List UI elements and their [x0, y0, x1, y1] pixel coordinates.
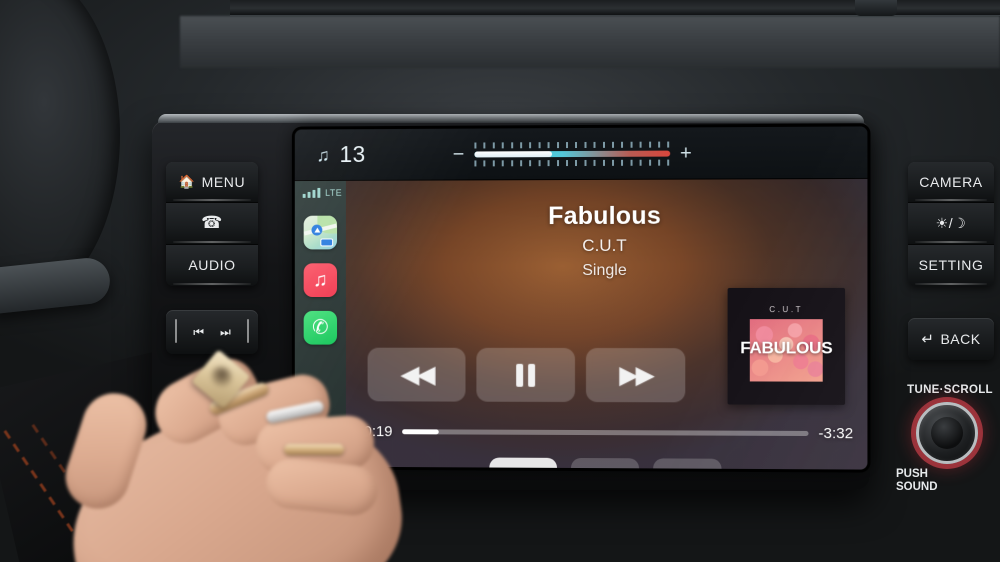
push-label-line2: SOUND	[896, 481, 938, 493]
track-album: Single	[582, 261, 627, 279]
tune-scroll-label: TUNE·SCROLL	[907, 384, 993, 396]
track-artist: C.U.T	[582, 235, 627, 255]
right-button-stack: CAMERA ☀/☽ SETTING	[908, 162, 994, 286]
pause-button[interactable]	[476, 347, 576, 402]
music-app-icon[interactable]: ♫	[303, 263, 338, 298]
day-night-button[interactable]: ☀/☽	[908, 203, 994, 245]
camera-button-label: CAMERA	[919, 174, 983, 191]
chrome-trim	[158, 114, 864, 123]
menu-button-label: MENU	[201, 174, 246, 191]
volume-minus-button[interactable]: −	[453, 143, 465, 165]
setting-button[interactable]: SETTING	[908, 244, 994, 286]
audio-button[interactable]: AUDIO	[166, 244, 258, 286]
back-button-label: BACK	[940, 331, 981, 347]
progress-row: 0:19 -3:32	[364, 423, 854, 442]
artwork-title-text: FABULOUS	[740, 338, 833, 358]
music-note-glyph: ♫	[312, 269, 328, 292]
album-artwork: C.U.T FABULOUS	[727, 287, 846, 405]
dashboard-upper-panel	[180, 16, 1000, 68]
volume-ticks-bottom	[474, 159, 670, 166]
phone-app-icon[interactable]: ✆	[303, 310, 338, 345]
track-title: Fabulous	[548, 201, 662, 231]
setting-button-label: SETTING	[918, 257, 984, 274]
camera-button[interactable]: CAMERA	[908, 162, 994, 204]
left-button-stack: 🏠 MENU ☎ AUDIO	[166, 162, 258, 286]
now-playing-panel: Fabulous C.U.T Single C.U.T FABULOUS ◀◀	[345, 178, 868, 470]
screenshot-stage: 🏠 MENU ☎ AUDIO ⏮ ⏭ CAMERA ☀/☽ SETTING ↵ …	[0, 0, 1000, 562]
skip-previous-icon[interactable]: ⏮	[193, 325, 204, 340]
remaining-time: -3:32	[818, 424, 854, 443]
volume-bar: ♫ 13 − +	[294, 126, 868, 182]
volume-plus-button[interactable]: +	[680, 142, 692, 164]
music-note-icon: ♫	[316, 144, 330, 165]
signal-bars-icon: LTE	[302, 185, 342, 198]
dashboard-hazard-button[interactable]	[855, 0, 897, 16]
volume-ticks-top	[474, 141, 670, 149]
artwork-artist-text: C.U.T	[769, 305, 804, 315]
repeat-button[interactable]: ↻	[652, 458, 722, 470]
phone-glyph: ✆	[312, 316, 329, 339]
home-icon: 🏠	[178, 174, 196, 190]
skip-next-icon[interactable]: ⏭	[220, 325, 231, 340]
back-arrow-icon: ↵	[921, 331, 935, 348]
day-night-icon: ☀/☽	[935, 214, 967, 231]
push-sound-label: PUSH SOUND	[896, 468, 980, 494]
fast-forward-icon: ▶▶	[619, 360, 652, 389]
fast-forward-button[interactable]: ▶▶	[585, 348, 686, 403]
second-gold-ring	[284, 444, 344, 455]
phone-handset-icon: ☎	[201, 213, 223, 233]
instrument-cluster-hood	[0, 0, 120, 300]
track-skip-button[interactable]: ⏮ ⏭	[166, 310, 258, 354]
push-label-line1: PUSH	[896, 468, 928, 480]
volume-value: 13	[339, 141, 366, 168]
progress-slider[interactable]	[402, 429, 809, 437]
network-label: LTE	[325, 187, 343, 198]
user-hand	[57, 348, 420, 562]
menu-button[interactable]: 🏠 MENU	[166, 162, 258, 204]
back-button[interactable]: ↵ BACK	[908, 318, 994, 360]
phone-button[interactable]: ☎	[166, 203, 258, 245]
pause-icon	[516, 363, 536, 387]
steering-column-stalk	[0, 255, 113, 315]
volume-fill	[474, 150, 553, 157]
add-button[interactable]: +	[570, 457, 639, 470]
tune-scroll-knob[interactable]	[916, 402, 978, 464]
audio-button-label: AUDIO	[188, 257, 236, 274]
volume-slider[interactable]	[474, 141, 670, 166]
maps-app-icon[interactable]	[303, 215, 338, 250]
